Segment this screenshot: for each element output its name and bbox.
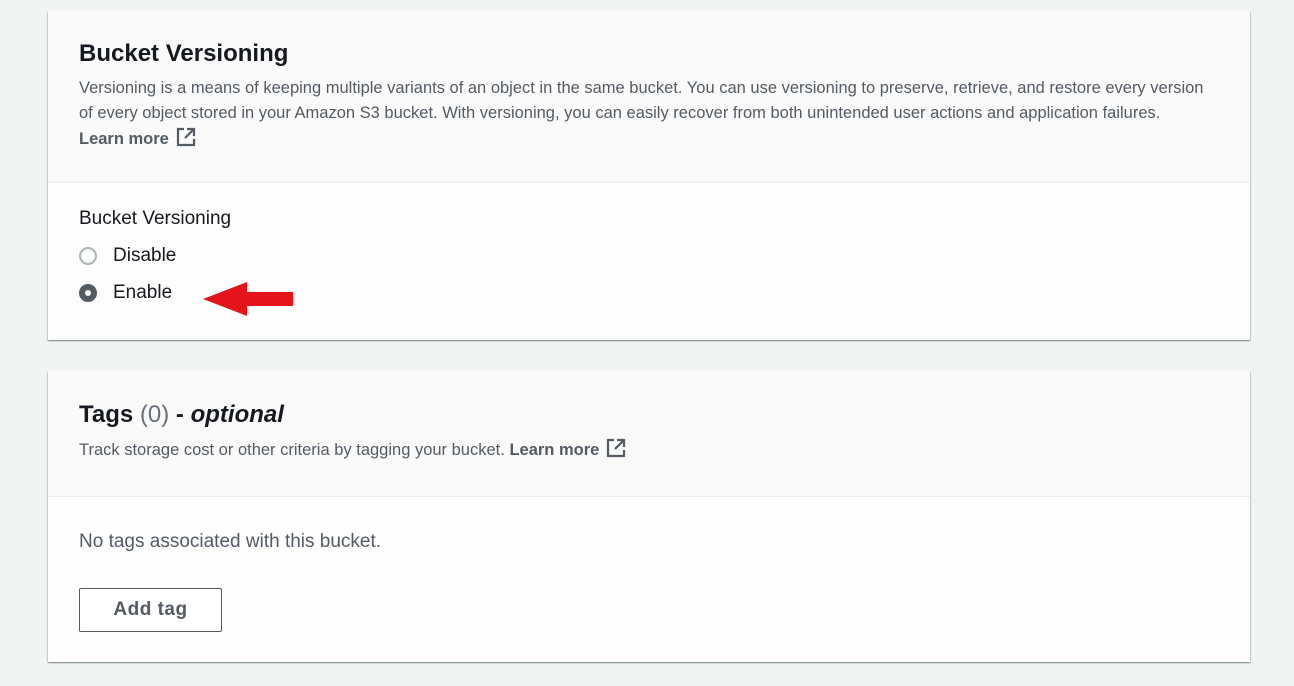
versioning-title: Bucket Versioning bbox=[79, 40, 289, 67]
tags-learn-more-link[interactable]: Learn more bbox=[509, 438, 627, 459]
external-link-icon bbox=[605, 437, 627, 467]
tags-optional-label: optional bbox=[190, 401, 284, 428]
tags-empty-message: No tags associated with this bucket. bbox=[79, 531, 382, 552]
tags-learn-more-label: Learn more bbox=[509, 441, 600, 459]
radio-option-disable[interactable]: Disable bbox=[79, 240, 1219, 272]
radio-enable-label: Enable bbox=[113, 282, 173, 303]
radio-enable-input[interactable] bbox=[79, 284, 97, 302]
tags-title-separator: - bbox=[175, 401, 184, 428]
tags-title: Tags (0) - optional bbox=[79, 399, 1219, 431]
tags-panel-header: Tags (0) - optional Track storage cost o… bbox=[48, 371, 1250, 497]
tags-title-text: Tags bbox=[79, 401, 134, 428]
versioning-learn-more-link[interactable]: Learn more bbox=[79, 127, 197, 148]
red-arrow-left-icon bbox=[203, 280, 295, 323]
radio-disable-label: Disable bbox=[113, 245, 177, 266]
versioning-field-label: Bucket Versioning bbox=[79, 208, 232, 229]
tags-description: Track storage cost or other criteria by … bbox=[79, 437, 1219, 467]
versioning-description: Versioning is a means of keeping multipl… bbox=[79, 76, 1219, 156]
radio-disable-input[interactable] bbox=[79, 247, 97, 265]
tags-description-text: Track storage cost or other criteria by … bbox=[79, 441, 505, 459]
tags-count: (0) bbox=[139, 401, 170, 428]
versioning-learn-more-label: Learn more bbox=[79, 130, 169, 148]
tags-panel: Tags (0) - optional Track storage cost o… bbox=[48, 371, 1250, 662]
add-tag-button[interactable]: Add tag bbox=[79, 588, 222, 632]
tags-panel-body: No tags associated with this bucket. bbox=[48, 497, 1250, 553]
external-link-icon bbox=[175, 126, 197, 156]
versioning-panel-header: Bucket Versioning Versioning is a means … bbox=[48, 11, 1250, 183]
versioning-description-text: Versioning is a means of keeping multipl… bbox=[79, 79, 1204, 122]
